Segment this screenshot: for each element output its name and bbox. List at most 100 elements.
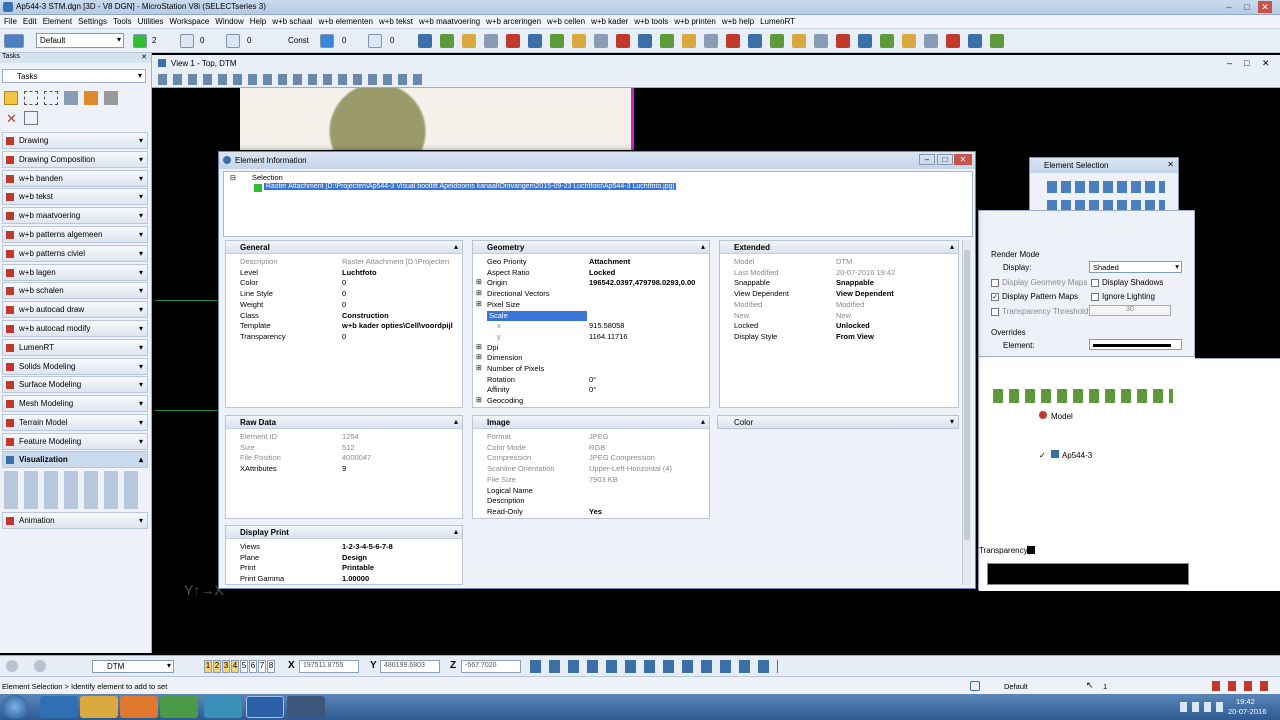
task-terrain-model[interactable]: Terrain Model ▾ <box>2 414 148 431</box>
element-line-select[interactable] <box>1089 339 1182 350</box>
dialog-maximize-button[interactable]: □ <box>937 154 953 165</box>
task-w-b-tekst[interactable]: w+b tekst ▾ <box>2 188 148 206</box>
task-w-b-banden[interactable]: w+b banden ▾ <box>2 169 148 187</box>
explorer-taskbar-icon[interactable] <box>80 696 118 718</box>
color-panel[interactable]: Color ▾ <box>717 415 959 429</box>
media-taskbar-icon[interactable] <box>120 696 158 718</box>
ie-taskbar-icon[interactable] <box>40 696 78 718</box>
general-panel-header[interactable]: General ▴ <box>226 241 462 254</box>
task-lumenrt[interactable]: LumenRT ▾ <box>2 338 148 356</box>
transparency-icon[interactable] <box>616 34 630 48</box>
info-icon[interactable] <box>638 34 652 48</box>
menu-item-help[interactable]: Help <box>250 15 266 29</box>
priority-icon[interactable] <box>368 34 382 48</box>
menu-item-w-b-cellen[interactable]: w+b cellen <box>547 15 585 29</box>
minimize-button[interactable]: ‒ <box>1222 1 1236 13</box>
transparency-threshold-option[interactable]: Transparency Threshold <box>991 307 1088 316</box>
view-button-8[interactable]: 8 <box>267 660 275 673</box>
selected-raster-attachment[interactable]: Raster Attachment [D:\Projecten\Ap544-3 … <box>264 183 677 190</box>
new-file-icon[interactable] <box>770 34 784 48</box>
back-icon[interactable] <box>6 660 18 672</box>
selection-tree-root[interactable]: Selection <box>252 173 283 182</box>
menu-item-utilities[interactable]: Utilities <box>138 15 164 29</box>
expand-icon[interactable]: ⊞ <box>476 300 482 310</box>
tray-icons[interactable] <box>1180 702 1226 712</box>
geometry-panel-header[interactable]: Geometry ▴ <box>473 241 709 254</box>
expand-icon[interactable]: ⊞ <box>476 343 482 353</box>
task-feature-modeling[interactable]: Feature Modeling ▾ <box>2 432 148 450</box>
menu-item-w-b-help[interactable]: w+b help <box>722 15 754 29</box>
selection-mode-icons[interactable] <box>1047 181 1165 193</box>
image-panel-header[interactable]: Image ▴ <box>473 416 709 429</box>
reference-toolbar[interactable] <box>993 389 1173 403</box>
close-button[interactable]: ✕ <box>1258 1 1272 13</box>
expand-icon[interactable]: ⊞ <box>476 364 482 374</box>
raster-manager-icon[interactable] <box>572 34 586 48</box>
measure-icon[interactable] <box>660 34 674 48</box>
microstation-taskbar-icon[interactable] <box>246 696 284 718</box>
task-mesh-modeling[interactable]: Mesh Modeling ▾ <box>2 395 148 413</box>
expand-icon[interactable]: ⊞ <box>476 289 482 299</box>
view-button-4[interactable]: 4 <box>231 660 239 673</box>
menu-item-edit[interactable]: Edit <box>23 15 37 29</box>
dialog-scrollbar[interactable] <box>962 240 971 585</box>
threshold-input[interactable]: 30 <box>1089 305 1171 316</box>
level-select[interactable]: Default <box>36 33 124 48</box>
print-icon[interactable] <box>836 34 850 48</box>
x-coordinate[interactable]: 197511.8755 <box>299 660 359 673</box>
menu-item-element[interactable]: Element <box>43 15 72 29</box>
status-icons[interactable] <box>1212 681 1274 691</box>
display-style-icon[interactable] <box>484 34 498 48</box>
view-button-2[interactable]: 2 <box>213 660 221 673</box>
paste-icon[interactable] <box>902 34 916 48</box>
dialog-close-button[interactable]: ✕ <box>954 154 972 165</box>
model-icon[interactable] <box>462 34 476 48</box>
task-visualization[interactable]: Visualization ▴ <box>2 451 148 468</box>
view-button-1[interactable]: 1 <box>204 660 212 673</box>
menu-item-w-b-elementen[interactable]: w+b elementen <box>318 15 372 29</box>
task-w-b-maatvoering[interactable]: w+b maatvoering ▾ <box>2 207 148 225</box>
task-w-b-autocad-modify[interactable]: w+b autocad modify ▾ <box>2 320 148 337</box>
copy-icon[interactable] <box>880 34 894 48</box>
expand-icon[interactable]: ⊞ <box>476 353 482 363</box>
menu-item-file[interactable]: File <box>4 15 17 29</box>
line-style-icon[interactable] <box>180 34 194 48</box>
raw-data-panel-header[interactable]: Raw Data ▴ <box>226 416 462 429</box>
menu-item-settings[interactable]: Settings <box>78 15 107 29</box>
const-label[interactable]: Const <box>288 36 309 45</box>
task-surface-modeling[interactable]: Surface Modeling ▾ <box>2 376 148 394</box>
snap-icons[interactable] <box>530 660 778 673</box>
menu-item-w-b-tekst[interactable]: w+b tekst <box>379 15 413 29</box>
start-button[interactable] <box>2 695 28 719</box>
expand-icon[interactable]: ⊞ <box>476 396 482 406</box>
menu-item-tools[interactable]: Tools <box>113 15 132 29</box>
menu-item-lumenrt[interactable]: LumenRT <box>760 15 795 29</box>
edit-icon[interactable] <box>682 34 696 48</box>
display-pattern-maps-option[interactable]: ✓ Display Pattern Maps <box>991 292 1078 301</box>
extended-panel-header[interactable]: Extended ▴ <box>720 241 958 254</box>
references-icon[interactable] <box>550 34 564 48</box>
forward-icon[interactable] <box>34 660 46 672</box>
task-w-b-autocad-draw[interactable]: w+b autocad draw ▾ <box>2 301 148 319</box>
view-maximize-button[interactable]: □ <box>1244 58 1249 68</box>
globe-icon[interactable] <box>968 34 982 48</box>
camera-icon[interactable] <box>594 34 608 48</box>
task-solids-modeling[interactable]: Solids Modeling ▾ <box>2 357 148 375</box>
scroll-thumb[interactable] <box>964 250 970 540</box>
expand-icon[interactable]: ⊞ <box>476 278 482 288</box>
menu-item-workspace[interactable]: Workspace <box>169 15 209 29</box>
element-selection-close-icon[interactable]: ✕ <box>1167 160 1174 169</box>
redo-icon[interactable] <box>946 34 960 48</box>
tree-expand-icon[interactable]: ⊟ <box>230 174 236 182</box>
menu-item-w-b-schaal[interactable]: w+b schaal <box>272 15 312 29</box>
view-close-button[interactable]: ✕ <box>1262 58 1270 69</box>
color-swatch-icon[interactable] <box>133 34 147 48</box>
menu-item-w-b-maatvoering[interactable]: w+b maatvoering <box>419 15 480 29</box>
model-select[interactable]: DTM ▾ <box>92 660 174 673</box>
recorder-taskbar-icon[interactable] <box>287 696 325 718</box>
menu-item-w-b-kader[interactable]: w+b kader <box>591 15 628 29</box>
view-button-3[interactable]: 3 <box>222 660 230 673</box>
menu-item-w-b-arceringen[interactable]: w+b arceringen <box>486 15 541 29</box>
open-file-icon[interactable] <box>792 34 806 48</box>
aerial-photo-raster[interactable] <box>240 88 633 150</box>
